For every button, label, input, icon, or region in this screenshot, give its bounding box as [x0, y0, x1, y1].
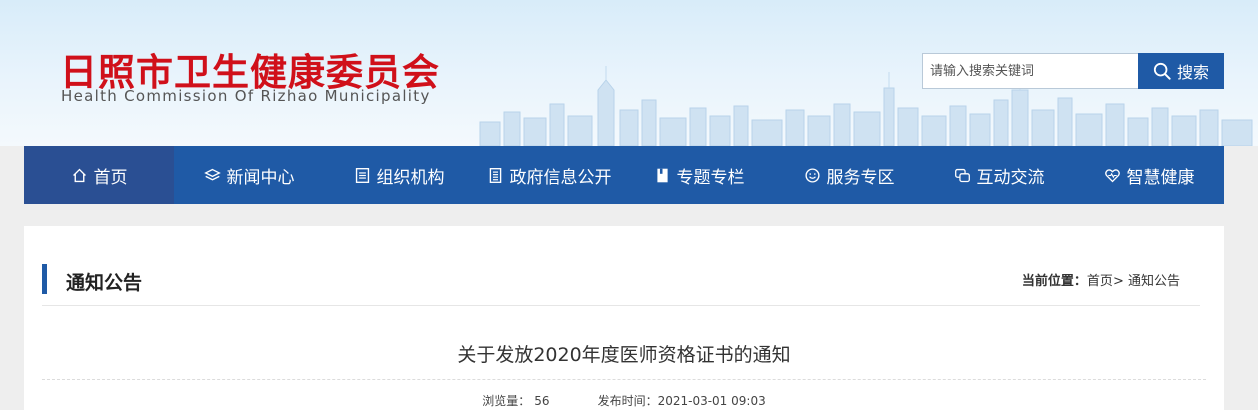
- nav-item-label: 首页: [93, 167, 128, 188]
- search-icon: [1153, 62, 1171, 80]
- published-date: 2021-03-01 09:03: [657, 394, 766, 408]
- nav-item-home[interactable]: 首页: [24, 146, 174, 204]
- search-input[interactable]: [922, 53, 1138, 89]
- layers-icon: [204, 166, 222, 184]
- org-icon: [354, 166, 372, 184]
- smile-icon: [804, 166, 822, 184]
- section-accent-bar: [42, 264, 47, 294]
- search-bar: 搜索: [922, 53, 1224, 89]
- main-nav: 首页 新闻中心 组织机构 政府信息公开 专题专栏 服务专区 互动交流 智慧健康: [24, 146, 1224, 204]
- nav-item-gov-info[interactable]: 政府信息公开: [474, 146, 624, 204]
- nav-item-services[interactable]: 服务专区: [774, 146, 924, 204]
- nav-item-news[interactable]: 新闻中心: [174, 146, 324, 204]
- published-label: 发布时间：: [597, 394, 658, 408]
- nav-item-label: 新闻中心: [226, 167, 295, 188]
- nav-item-label: 专题专栏: [676, 167, 745, 188]
- site-header: 日照市卫生健康委员会 Health Commission Of Rizhao M…: [0, 0, 1258, 146]
- chat-icon: [954, 166, 972, 184]
- nav-item-label: 智慧健康: [1126, 167, 1195, 188]
- nav-item-label: 服务专区: [826, 167, 895, 188]
- article-title: 关于发放2020年度医师资格证书的通知: [457, 344, 791, 366]
- nav-item-label: 组织机构: [376, 167, 445, 188]
- nav-item-smart-health[interactable]: 智慧健康: [1074, 146, 1224, 204]
- heart-icon: [1104, 166, 1122, 184]
- search-button[interactable]: 搜索: [1138, 53, 1224, 89]
- home-icon: [71, 166, 89, 184]
- nav-item-special-topics[interactable]: 专题专栏: [624, 146, 774, 204]
- breadcrumb-current-link[interactable]: 通知公告: [1128, 274, 1180, 289]
- breadcrumb-home-link[interactable]: 首页: [1087, 274, 1113, 289]
- book-icon: [654, 166, 672, 184]
- breadcrumb: 当前位置：首页> 通知公告: [1022, 270, 1180, 289]
- search-button-label: 搜索: [1176, 63, 1209, 82]
- content-panel: 通知公告 当前位置：首页> 通知公告 关于发放2020年度医师资格证书的通知 浏…: [24, 226, 1224, 410]
- views-count: 56: [534, 394, 550, 408]
- breadcrumb-separator: >: [1112, 274, 1124, 289]
- breadcrumb-label: 当前位置：: [1021, 274, 1087, 289]
- article-meta: 浏览量： 56 发布时间：2021-03-01 09:03: [24, 392, 1224, 409]
- site-logo-subtitle: Health Commission Of Rizhao Municipality: [61, 87, 431, 105]
- section-title: 通知公告: [66, 272, 143, 294]
- nav-item-organization[interactable]: 组织机构: [324, 146, 474, 204]
- nav-item-interaction[interactable]: 互动交流: [924, 146, 1074, 204]
- section-header: 通知公告 当前位置：首页> 通知公告: [42, 264, 1200, 306]
- views-label: 浏览量：: [482, 394, 531, 408]
- divider: [42, 379, 1206, 380]
- nav-item-label: 互动交流: [976, 167, 1045, 188]
- nav-item-label: 政府信息公开: [509, 167, 612, 188]
- document-icon: [487, 166, 505, 184]
